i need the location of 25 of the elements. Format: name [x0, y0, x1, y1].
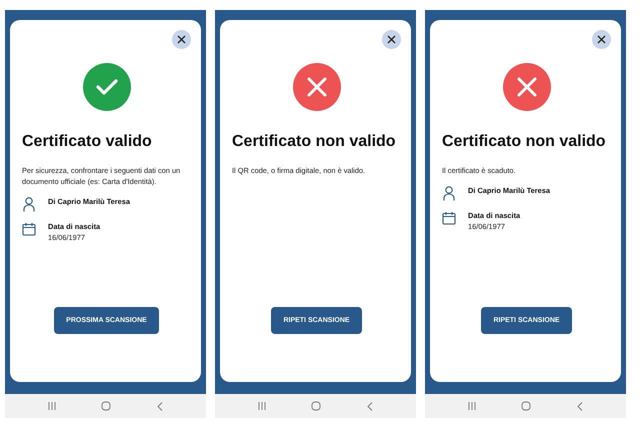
calendar-icon — [442, 211, 456, 225]
close-icon — [387, 35, 396, 44]
recent-apps-icon[interactable] — [48, 402, 56, 410]
home-icon[interactable] — [311, 401, 322, 411]
close-icon — [177, 35, 186, 44]
back-icon[interactable] — [157, 402, 164, 410]
result-title: Certificato non valido — [442, 133, 607, 151]
check-icon — [96, 79, 118, 95]
back-icon[interactable] — [577, 402, 584, 410]
home-icon[interactable] — [521, 401, 532, 411]
close-button[interactable] — [382, 30, 401, 49]
close-button[interactable] — [592, 30, 611, 49]
recent-apps-icon[interactable] — [258, 402, 266, 410]
person-icon — [23, 197, 35, 212]
cross-icon — [516, 77, 536, 97]
result-title: Certificato non valido — [232, 133, 397, 151]
back-icon[interactable] — [367, 402, 374, 410]
person-icon — [443, 186, 455, 201]
calendar-icon — [22, 222, 36, 236]
cross-icon — [306, 77, 326, 97]
close-button[interactable] — [172, 30, 191, 49]
home-icon[interactable] — [101, 401, 112, 411]
close-icon — [597, 35, 606, 44]
result-title: Certificato valido — [22, 133, 153, 151]
recent-apps-icon[interactable] — [468, 402, 476, 410]
